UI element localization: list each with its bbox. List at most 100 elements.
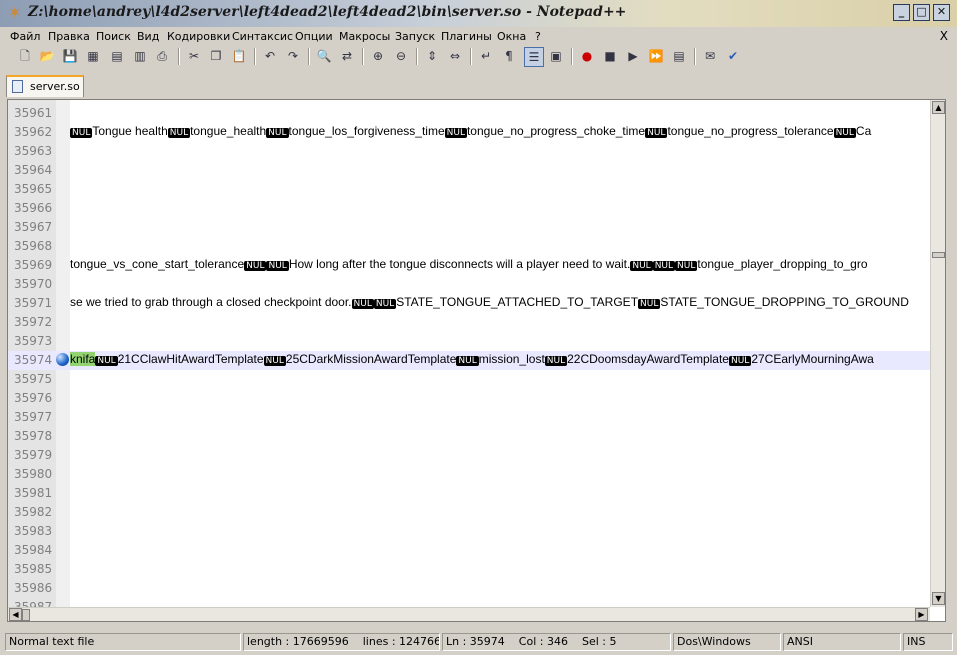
editor-line[interactable]: 35967 [8, 218, 930, 237]
new-file-icon[interactable]: 🗋 [16, 47, 34, 65]
line-text[interactable]: knifa NUL 21CClawHitAwardTemplate NUL 25CDar… [70, 352, 930, 366]
maximize-button[interactable]: □ [913, 4, 930, 21]
line-text[interactable]: NUL Tongue health NUL tongue_health NUL tongu… [70, 124, 930, 138]
save-icon[interactable]: 💾 [61, 47, 79, 65]
menu-file[interactable]: Файл [10, 30, 40, 43]
save-macro-icon[interactable]: ▤ [670, 47, 688, 65]
editor-line[interactable]: 35961 [8, 104, 930, 123]
menu-options[interactable]: Опции [295, 30, 333, 43]
scroll-up-arrow-icon[interactable]: ▲ [932, 101, 945, 114]
menu-syntax[interactable]: Синтаксис [232, 30, 293, 43]
editor-line[interactable]: 35986 [8, 579, 930, 598]
editor-line[interactable]: 35968 [8, 237, 930, 256]
scroll-left-arrow-icon[interactable]: ◀ [9, 608, 22, 621]
close-all-icon[interactable]: ▥ [131, 47, 149, 65]
menu-view[interactable]: Вид [137, 30, 159, 43]
vertical-scroll-thumb[interactable] [932, 252, 945, 258]
editor-line[interactable]: 35977 [8, 408, 930, 427]
nul-char: NUL [351, 299, 374, 309]
minimize-button[interactable]: _ [893, 4, 910, 21]
paste-icon[interactable]: 📋 [230, 47, 248, 65]
close-button[interactable]: ✕ [933, 4, 950, 21]
editor-line[interactable]: 35969 tongue_vs_cone_start_tolerance NUL NU… [8, 256, 930, 275]
user-defined-lang-icon[interactable]: ▣ [547, 47, 565, 65]
editor-line[interactable]: 35979 [8, 446, 930, 465]
editor-line[interactable]: 35982 [8, 503, 930, 522]
undo-icon[interactable]: ↶ [261, 47, 279, 65]
scroll-down-arrow-icon[interactable]: ▼ [932, 592, 945, 605]
editor-line[interactable]: 35964 [8, 161, 930, 180]
scroll-right-arrow-icon[interactable]: ▶ [915, 608, 928, 621]
editor-line[interactable]: 35971 se we tried to grab through a close… [8, 294, 930, 313]
editor-line[interactable]: 35975 [8, 370, 930, 389]
editor-line[interactable]: 35966 [8, 199, 930, 218]
editor-line[interactable]: 35962 NUL Tongue health NUL tongue_health NUL… [8, 123, 930, 142]
open-file-icon[interactable]: 📂 [38, 47, 56, 65]
run-macro-multiple-icon[interactable]: ⏩ [647, 47, 665, 65]
line-number: 35977 [14, 410, 53, 424]
play-macro-icon[interactable]: ▶ [624, 47, 642, 65]
nul-char: NUL [456, 356, 479, 366]
save-all-icon[interactable]: ▦ [84, 47, 102, 65]
cut-icon[interactable]: ✂ [185, 47, 203, 65]
line-number: 35965 [14, 182, 53, 196]
editor-line[interactable]: 35978 [8, 427, 930, 446]
line-number: 35962 [14, 125, 53, 139]
editor-line[interactable]: 35985 [8, 560, 930, 579]
editor-line[interactable]: 35972 [8, 313, 930, 332]
editor-line[interactable]: 35984 [8, 541, 930, 560]
editor-line[interactable]: 35970 [8, 275, 930, 294]
window-title: Z:\home\andrey\l4d2server\left4dead2\lef… [28, 4, 627, 20]
word-wrap-icon[interactable]: ↵ [477, 47, 495, 65]
stop-macro-icon[interactable]: ■ [601, 47, 619, 65]
vertical-scrollbar[interactable]: ▲ ▼ [930, 100, 945, 607]
line-text[interactable]: se we tried to grab through a closed che… [70, 295, 930, 309]
horizontal-scroll-thumb[interactable] [22, 609, 30, 621]
sync-vertical-icon[interactable]: ⇕ [423, 47, 441, 65]
editor-line[interactable]: 35980 [8, 465, 930, 484]
text-segment: tongue_health [190, 124, 267, 138]
nul-char: NUL [675, 261, 698, 271]
menu-help[interactable]: ? [535, 30, 541, 43]
indent-guide-icon[interactable]: ☰ [524, 47, 544, 67]
tab-server-so[interactable]: server.so [6, 75, 84, 97]
trim-icon[interactable]: ✉ [701, 47, 719, 65]
line-number: 35986 [14, 581, 53, 595]
sync-horizontal-icon[interactable]: ⇔ [446, 47, 464, 65]
close-document-button[interactable]: X [940, 29, 948, 43]
menu-macros[interactable]: Макросы [339, 30, 390, 43]
menu-edit[interactable]: Правка [48, 30, 90, 43]
redo-icon[interactable]: ↷ [284, 47, 302, 65]
text-segment: mission_lost [478, 352, 545, 366]
editor-line[interactable]: 35974 knifa NUL 21CClawHitAwardTemplate NUL 2… [8, 351, 930, 370]
menu-search[interactable]: Поиск [96, 30, 131, 43]
menu-plugins[interactable]: Плагины [441, 30, 492, 43]
editor-line[interactable]: 35976 [8, 389, 930, 408]
record-macro-icon[interactable]: ● [578, 47, 596, 65]
zoom-in-icon[interactable]: ⊕ [369, 47, 387, 65]
editor-line[interactable]: 35981 [8, 484, 930, 503]
line-number: 35984 [14, 543, 53, 557]
editor-line[interactable]: 35963 [8, 142, 930, 161]
menu-run[interactable]: Запуск [395, 30, 435, 43]
editor[interactable]: 35961 35962 NUL Tongue health NUL tongue_heal… [7, 99, 946, 622]
horizontal-scrollbar[interactable]: ◀ ▶ [8, 607, 930, 621]
replace-icon[interactable]: ⇄ [338, 47, 356, 65]
close-icon[interactable]: ▤ [108, 47, 126, 65]
editor-line[interactable]: 35983 [8, 522, 930, 541]
show-all-chars-icon[interactable]: ¶ [500, 47, 518, 65]
status-position: Ln : 35974 Col : 346 Sel : 5 [442, 633, 671, 651]
bookmark-icon[interactable] [56, 353, 69, 366]
line-number: 35976 [14, 391, 53, 405]
find-icon[interactable]: 🔍 [315, 47, 333, 65]
print-icon[interactable]: ⎙ [153, 47, 171, 65]
zoom-out-icon[interactable]: ⊖ [392, 47, 410, 65]
editor-line[interactable]: 35965 [8, 180, 930, 199]
title-bar[interactable]: ✶ Z:\home\andrey\l4d2server\left4dead2\l… [0, 0, 957, 27]
menu-encoding[interactable]: Кодировки [167, 30, 230, 43]
editor-line[interactable]: 35973 [8, 332, 930, 351]
spellcheck-icon[interactable]: ✔ [724, 47, 742, 65]
line-text[interactable]: tongue_vs_cone_start_tolerance NUL NUL How … [70, 257, 930, 271]
menu-windows[interactable]: Окна [497, 30, 526, 43]
copy-icon[interactable]: ❐ [207, 47, 225, 65]
